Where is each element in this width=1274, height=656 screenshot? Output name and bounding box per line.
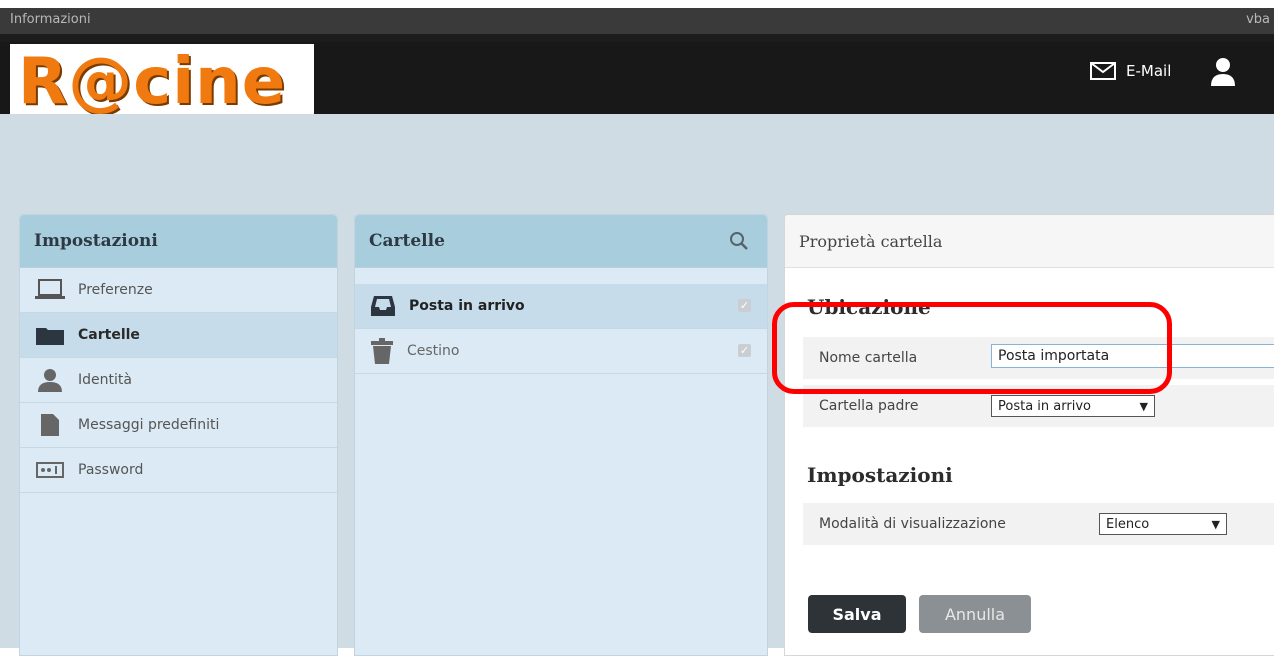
folder-item-label: Posta in arrivo	[409, 298, 525, 314]
folders-panel-title-text: Cartelle	[369, 231, 445, 251]
view-mode-value: Elenco	[1106, 516, 1150, 532]
folder-properties-panel: Proprietà cartella Ubicazione Nome carte…	[784, 214, 1274, 656]
chevron-down-icon: ▼	[1139, 399, 1148, 413]
envelope-icon	[1090, 62, 1116, 80]
settings-item-password[interactable]: Password	[20, 448, 337, 493]
subscribe-checkbox[interactable]: ✓	[738, 344, 751, 357]
email-button[interactable]: E-Mail	[1090, 62, 1171, 80]
settings-item-label: Password	[78, 462, 144, 478]
chevron-down-icon: ▼	[1211, 517, 1220, 531]
logo: R@cine	[10, 44, 314, 120]
trash-icon	[371, 338, 393, 364]
save-button[interactable]: Salva	[808, 595, 906, 633]
info-link[interactable]: Informazioni	[10, 12, 91, 27]
folder-item-inbox[interactable]: Posta in arrivo ✓	[355, 284, 767, 329]
inbox-icon	[371, 296, 395, 316]
email-label: E-Mail	[1126, 62, 1172, 80]
cancel-button[interactable]: Annulla	[919, 595, 1031, 633]
folders-panel: Cartelle Posta in arrivo ✓ Cestino ✓	[354, 214, 768, 656]
folders-panel-title: Cartelle	[355, 215, 767, 268]
folder-icon	[36, 328, 64, 345]
settings-heading: Impostazioni	[807, 463, 953, 487]
search-icon[interactable]	[729, 231, 749, 251]
settings-item-label: Preferenze	[78, 282, 153, 298]
folder-name-label: Nome cartella	[819, 350, 918, 366]
password-icon	[36, 462, 64, 478]
view-mode-row: Modalità di visualizzazione Elenco ▼	[803, 503, 1274, 545]
username-text: vba	[1246, 12, 1270, 27]
folder-item-trash[interactable]: Cestino ✓	[355, 329, 767, 374]
parent-folder-select[interactable]: Posta in arrivo ▼	[991, 395, 1155, 417]
user-menu-button[interactable]	[1210, 56, 1236, 90]
parent-folder-value: Posta in arrivo	[998, 398, 1091, 414]
parent-folder-row: Cartella padre Posta in arrivo ▼	[803, 385, 1274, 427]
folder-item-label: Cestino	[407, 343, 460, 359]
location-heading: Ubicazione	[807, 295, 931, 319]
logo-text: R@cine	[18, 45, 287, 119]
properties-panel-title: Proprietà cartella	[785, 215, 1274, 268]
folder-name-row: Nome cartella	[803, 337, 1274, 379]
settings-panel: Impostazioni Preferenze Cartelle Identit…	[19, 214, 338, 656]
user-icon	[1211, 58, 1235, 86]
settings-item-label: Identità	[78, 372, 132, 388]
settings-item-label: Messaggi predefiniti	[78, 417, 220, 433]
document-icon	[41, 414, 59, 436]
folder-name-input[interactable]	[991, 344, 1274, 368]
settings-item-preferences[interactable]: Preferenze	[20, 268, 337, 313]
view-mode-select[interactable]: Elenco ▼	[1099, 513, 1227, 535]
parent-folder-label: Cartella padre	[819, 398, 919, 414]
monitor-icon	[35, 279, 65, 299]
view-mode-label: Modalità di visualizzazione	[819, 516, 1006, 532]
settings-item-label: Cartelle	[78, 327, 140, 343]
settings-item-identities[interactable]: Identità	[20, 358, 337, 403]
user-icon	[38, 369, 62, 392]
top-info-bar: Informazioni vba	[0, 0, 1274, 42]
settings-item-folders[interactable]: Cartelle	[20, 313, 337, 358]
settings-panel-title: Impostazioni	[20, 215, 337, 268]
subscribe-checkbox[interactable]: ✓	[738, 299, 751, 312]
settings-item-responses[interactable]: Messaggi predefiniti	[20, 403, 337, 448]
